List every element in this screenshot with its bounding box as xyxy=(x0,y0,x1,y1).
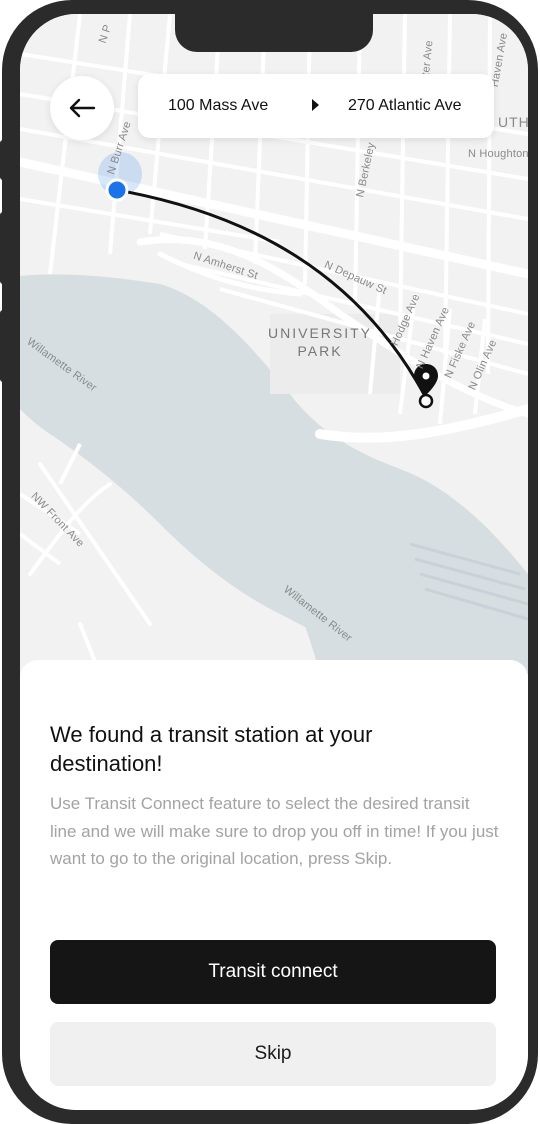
back-button[interactable] xyxy=(50,76,114,140)
notch xyxy=(175,14,373,52)
park-label-line1: UNIVERSITY xyxy=(268,325,373,341)
screen: N Amherst St N Depauw St N Burr Ave N Be… xyxy=(20,14,528,1110)
park-label: UNIVERSITY PARK xyxy=(268,324,372,360)
skip-button[interactable]: Skip xyxy=(50,1022,496,1086)
side-button xyxy=(0,140,6,180)
volume-down-button xyxy=(0,310,6,382)
arrow-left-icon xyxy=(69,98,96,118)
street-label: N Houghton xyxy=(468,148,528,160)
volume-up-button xyxy=(0,212,6,284)
play-arrow-icon xyxy=(312,99,319,111)
sheet-description: Use Transit Connect feature to select th… xyxy=(50,794,499,868)
route-origin: 100 Mass Ave xyxy=(168,97,269,114)
transit-connect-button[interactable]: Transit connect xyxy=(50,940,496,1004)
phone-frame: N Amherst St N Depauw St N Burr Ave N Be… xyxy=(0,0,538,1124)
sheet-title: We found a transit station at your desti… xyxy=(50,722,373,776)
area-label: UTH xyxy=(498,114,528,130)
park-label-line2: PARK xyxy=(297,343,343,359)
bottom-sheet: We found a transit station at your desti… xyxy=(20,660,528,1110)
route-card[interactable]: 100 Mass Ave 270 Atlantic Ave xyxy=(138,74,494,138)
route-destination: 270 Atlantic Ave xyxy=(348,97,462,114)
